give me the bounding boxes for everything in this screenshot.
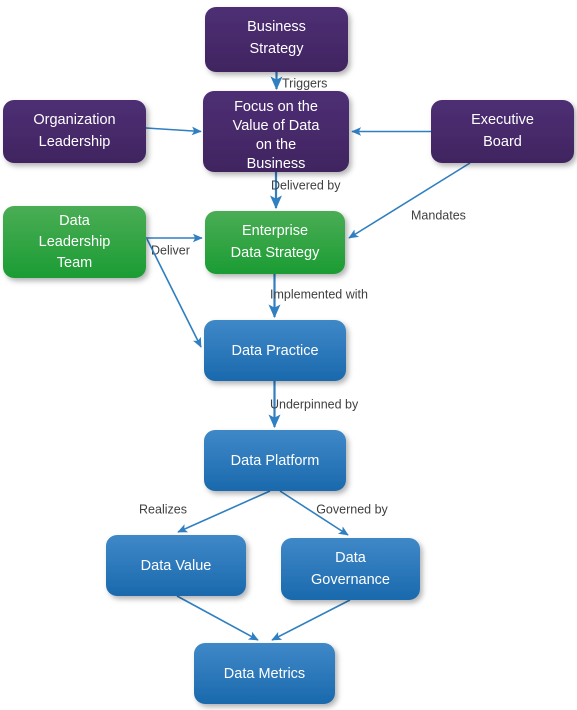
edge-label-realizes: Realizes: [139, 502, 187, 516]
edge-label-underpinned-by: Underpinned by: [270, 397, 359, 411]
node-data-leadership-team-label-line-1: Data: [59, 213, 91, 229]
node-enterprise-data-strategy-label-line-2: Data Strategy: [231, 245, 320, 261]
node-data-governance-label-line-2: Governance: [311, 572, 390, 588]
node-enterprise-data-strategy-box[interactable]: [205, 211, 345, 274]
node-focus-value-data-label-line-4: Business: [247, 156, 306, 172]
strategy-flow-diagram: Triggers Delivered by Mandates Deliver I…: [0, 0, 577, 710]
node-data-value[interactable]: Data Value: [106, 535, 246, 596]
node-focus-value-data-label-line-2: Value of Data: [233, 118, 321, 134]
node-data-platform-label: Data Platform: [231, 453, 320, 469]
node-business-strategy-label-line-2: Strategy: [250, 41, 305, 57]
node-organization-leadership-label-line-2: Leadership: [39, 134, 111, 150]
node-organization-leadership[interactable]: Organization Leadership: [3, 100, 146, 163]
node-data-practice-label: Data Practice: [231, 343, 318, 359]
node-data-platform[interactable]: Data Platform: [204, 430, 346, 491]
node-executive-board-label-line-1: Executive: [471, 112, 534, 128]
edge-label-deliver: Deliver: [151, 243, 190, 257]
node-executive-board-box[interactable]: [431, 100, 574, 163]
node-executive-board-label-line-2: Board: [483, 134, 522, 150]
node-data-leadership-team-label-line-2: Leadership: [39, 234, 111, 250]
node-focus-value-data-label-line-3: on the: [256, 137, 296, 153]
edge-label-mandates: Mandates: [411, 208, 466, 222]
node-business-strategy-label-line-1: Business: [247, 19, 306, 35]
node-data-leadership-team[interactable]: Data Leadership Team: [3, 206, 146, 278]
edge-label-delivered-by: Delivered by: [271, 178, 341, 192]
node-data-governance-label-line-1: Data: [335, 550, 367, 566]
node-business-strategy-box[interactable]: [205, 7, 348, 72]
node-enterprise-data-strategy-label-line-1: Enterprise: [242, 223, 308, 239]
node-data-governance-box[interactable]: [281, 538, 420, 600]
node-focus-value-data[interactable]: Focus on the Value of Data on the Busine…: [203, 91, 349, 172]
edge-label-governed-by: Governed by: [316, 502, 388, 516]
node-business-strategy[interactable]: Business Strategy: [205, 7, 348, 72]
node-data-value-label: Data Value: [141, 558, 212, 574]
node-organization-leadership-label-line-1: Organization: [33, 112, 115, 128]
edge-label-triggers: Triggers: [282, 76, 327, 90]
node-focus-value-data-label-line-1: Focus on the: [234, 99, 318, 115]
node-organization-leadership-box[interactable]: [3, 100, 146, 163]
node-data-governance[interactable]: Data Governance: [281, 538, 420, 600]
node-executive-board[interactable]: Executive Board: [431, 100, 574, 163]
node-enterprise-data-strategy[interactable]: Enterprise Data Strategy: [205, 211, 345, 274]
node-data-practice[interactable]: Data Practice: [204, 320, 346, 381]
node-data-leadership-team-label-line-3: Team: [57, 255, 92, 271]
node-data-metrics[interactable]: Data Metrics: [194, 643, 335, 704]
edge-label-implemented-with: Implemented with: [270, 287, 368, 301]
node-data-metrics-label: Data Metrics: [224, 666, 305, 682]
